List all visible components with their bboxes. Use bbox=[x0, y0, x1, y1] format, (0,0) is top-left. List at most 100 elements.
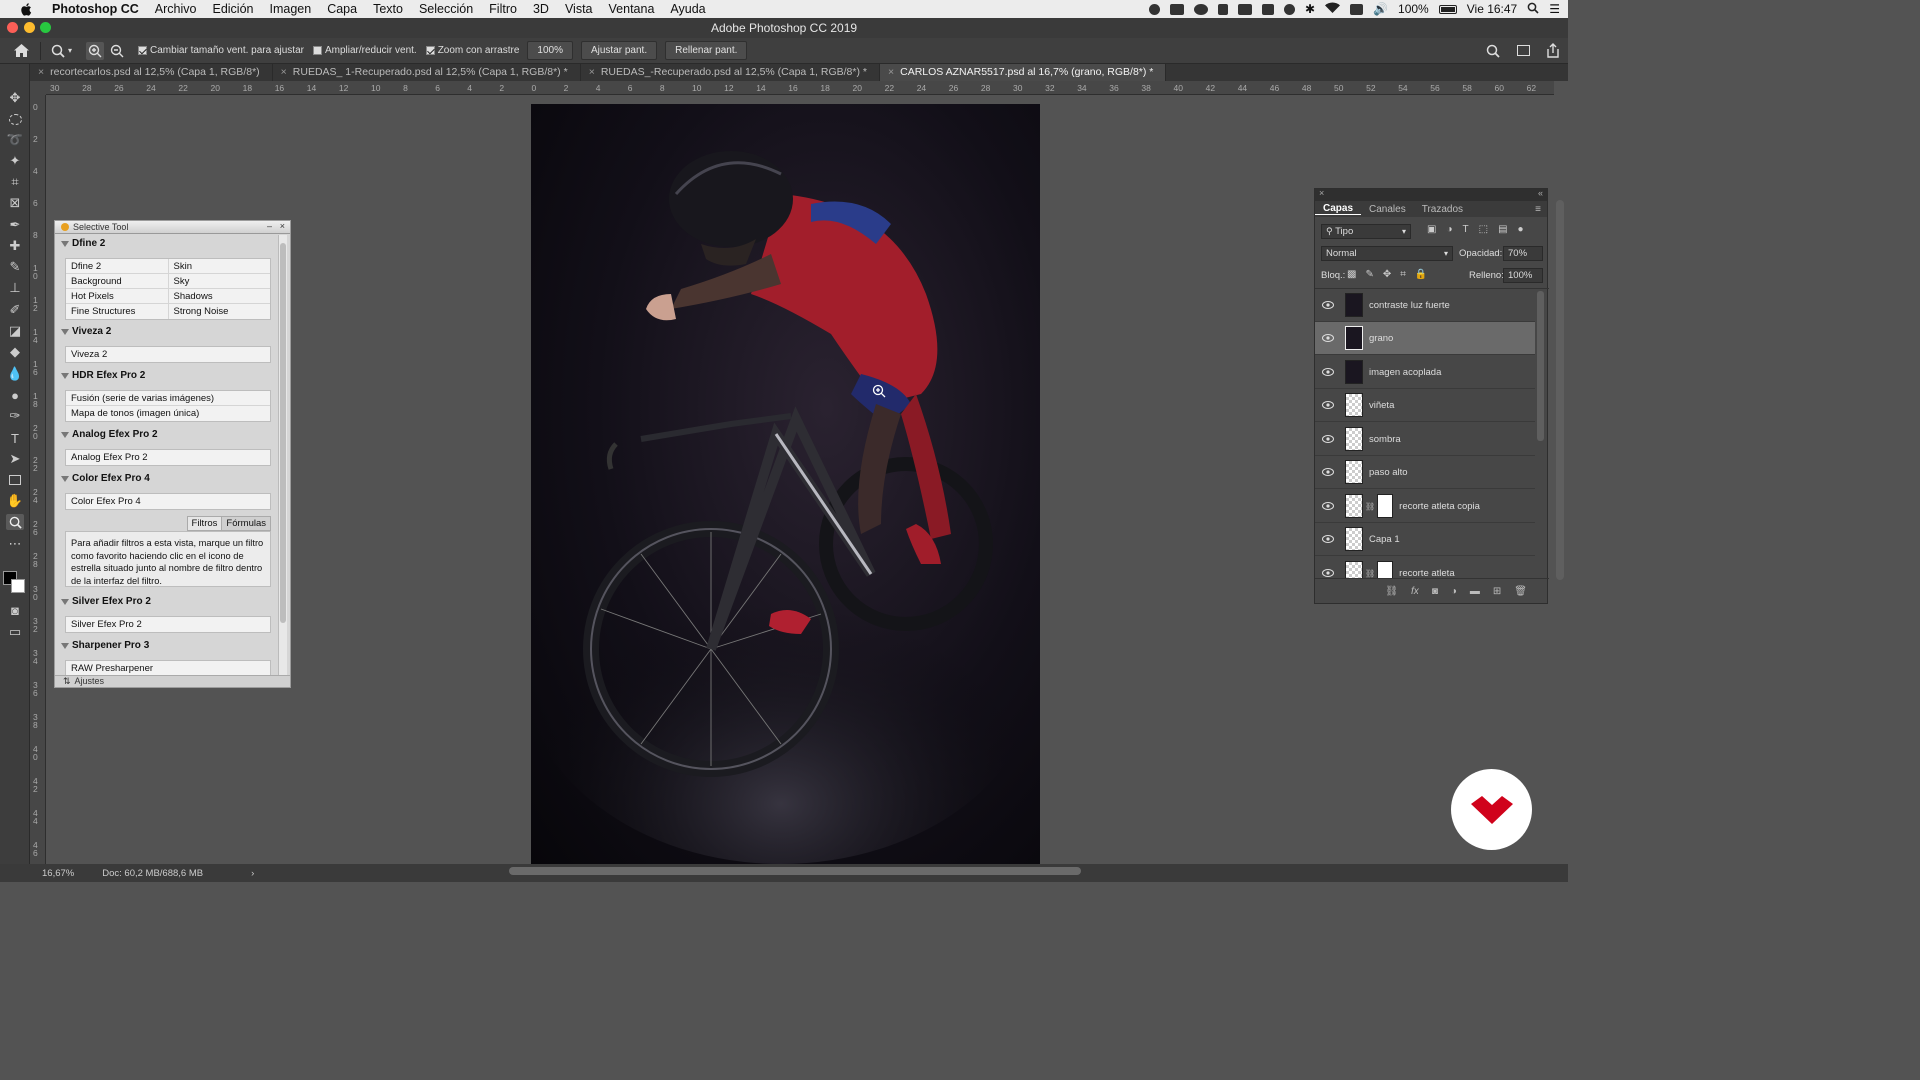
filter-item[interactable]: Mapa de tonos (imagen única) bbox=[66, 406, 270, 421]
menu-archivo[interactable]: Archivo bbox=[147, 2, 205, 16]
fill-screen-button[interactable]: Rellenar pant. bbox=[665, 41, 748, 60]
scrubby-zoom-checkbox[interactable] bbox=[425, 45, 435, 55]
filter-item[interactable]: Fusión (serie de varias imágenes) bbox=[66, 391, 270, 405]
menu-ayuda[interactable]: Ayuda bbox=[662, 2, 713, 16]
new-adjustment-icon[interactable]: ◑ bbox=[1451, 586, 1457, 597]
layer-row[interactable]: viñeta bbox=[1315, 389, 1535, 422]
mask-link-icon[interactable]: ⛓ bbox=[1365, 569, 1375, 578]
layer-row[interactable]: sombra bbox=[1315, 423, 1535, 456]
close-tab-icon[interactable]: × bbox=[589, 66, 595, 78]
menu-ventana[interactable]: Ventana bbox=[601, 2, 663, 16]
creative-cloud-icon[interactable] bbox=[1194, 3, 1209, 15]
sync-icon[interactable] bbox=[1284, 3, 1296, 15]
scrollbar-thumb[interactable] bbox=[280, 243, 286, 623]
close-tab-icon[interactable]: × bbox=[38, 66, 44, 78]
blur-tool-icon[interactable]: 💧 bbox=[6, 366, 24, 382]
fit-screen-button[interactable]: Ajustar pant. bbox=[580, 41, 658, 60]
type-filter-icon[interactable]: T bbox=[1463, 224, 1469, 235]
section-title[interactable]: Color Efex Pro 4 bbox=[59, 472, 275, 486]
layer-row-selected[interactable]: grano bbox=[1315, 322, 1535, 355]
stamp-tool-icon[interactable]: ⊥ bbox=[6, 280, 24, 296]
menu-texto[interactable]: Texto bbox=[365, 2, 411, 16]
brush-tool-icon[interactable]: ✎ bbox=[6, 259, 24, 275]
zoom-out-icon[interactable] bbox=[110, 44, 124, 58]
tab-filters[interactable]: Filtros bbox=[186, 516, 223, 531]
chevron-right-icon[interactable]: › bbox=[251, 868, 254, 879]
marquee-tool-icon[interactable] bbox=[6, 111, 24, 127]
battery-icon[interactable] bbox=[1438, 4, 1457, 14]
document-canvas[interactable] bbox=[531, 104, 1040, 864]
filter-item[interactable]: Sky bbox=[169, 274, 271, 288]
zoom-all-option[interactable]: Ampliar/reducir vent. bbox=[312, 45, 417, 56]
vertical-ruler[interactable]: 0 2 4 6 8 1 0 1 2 1 4 1 6 1 8 2 0 2 2 2 4 2 6 2 8 3 0 3 … bbox=[30, 95, 46, 865]
document-tab-active[interactable]: × CARLOS AZNAR5517.psd al 16,7% (grano, R… bbox=[879, 64, 1167, 81]
healing-brush-tool-icon[interactable]: ✚ bbox=[6, 238, 24, 254]
visibility-eye-icon[interactable] bbox=[1321, 569, 1335, 577]
scrubby-zoom-option[interactable]: Zoom con arrastre bbox=[425, 45, 519, 56]
mask-link-icon[interactable]: ⛓ bbox=[1365, 502, 1375, 511]
new-layer-icon[interactable]: ⊞ bbox=[1493, 586, 1501, 597]
filter-item[interactable]: Analog Efex Pro 2 bbox=[66, 450, 270, 465]
layer-row[interactable]: contraste luz fuerte bbox=[1315, 289, 1535, 322]
zoom-level[interactable]: 16,67% bbox=[42, 868, 74, 879]
section-title[interactable]: Analog Efex Pro 2 bbox=[59, 428, 275, 442]
zoom-in-icon[interactable] bbox=[86, 41, 105, 60]
document-tab[interactable]: × RUEDAS_-Recuperado.psd al 12,5% (Capa 1… bbox=[581, 64, 880, 81]
resize-windows-checkbox[interactable] bbox=[138, 45, 148, 55]
layer-row[interactable]: ⛓ recorte atleta bbox=[1315, 557, 1535, 578]
airplay-icon[interactable] bbox=[1350, 3, 1364, 15]
layer-row[interactable]: Capa 1 bbox=[1315, 523, 1535, 556]
selective-scrollbar[interactable] bbox=[278, 235, 287, 675]
layer-name[interactable]: recorte atleta copia bbox=[1399, 501, 1480, 512]
layer-row[interactable]: imagen acoplada bbox=[1315, 356, 1535, 389]
vertical-scrollbar[interactable] bbox=[1556, 200, 1564, 580]
blend-mode-select[interactable]: Normal ▾ bbox=[1321, 246, 1453, 261]
spotlight-icon[interactable] bbox=[1527, 2, 1539, 17]
filter-item[interactable]: Color Efex Pro 4 bbox=[66, 494, 270, 509]
lock-transparent-icon[interactable]: ▩ bbox=[1347, 269, 1356, 280]
lock-image-icon[interactable]: ✎ bbox=[1365, 269, 1373, 280]
smart-object-filter-icon[interactable]: ▤ bbox=[1498, 224, 1507, 235]
visibility-eye-icon[interactable] bbox=[1321, 401, 1335, 409]
layer-name[interactable]: grano bbox=[1369, 333, 1393, 344]
delete-layer-icon[interactable]: 🗑 bbox=[1514, 586, 1527, 597]
workspace-icon[interactable] bbox=[1517, 45, 1530, 56]
zoom-all-checkbox[interactable] bbox=[312, 45, 322, 55]
visibility-eye-icon[interactable] bbox=[1321, 435, 1335, 443]
close-panel-icon[interactable]: × bbox=[280, 221, 285, 231]
clock[interactable]: Vie 16:47 bbox=[1467, 2, 1518, 16]
layer-style-icon[interactable]: fx bbox=[1411, 586, 1419, 597]
opacity-input[interactable]: 70% bbox=[1503, 246, 1543, 261]
layer-name[interactable]: Capa 1 bbox=[1369, 534, 1400, 545]
pen-tool-icon[interactable]: ✑ bbox=[6, 408, 24, 424]
layer-name[interactable]: imagen acoplada bbox=[1369, 367, 1441, 378]
document-size[interactable]: Doc: 60,2 MB/688,6 MB bbox=[102, 868, 203, 879]
close-panel-icon[interactable]: × bbox=[1319, 188, 1324, 198]
filter-item[interactable]: Hot Pixels bbox=[66, 289, 169, 303]
tab-canales[interactable]: Canales bbox=[1361, 204, 1414, 215]
crop-tool-icon[interactable]: ⌗ bbox=[6, 174, 24, 190]
notification-center-icon[interactable]: ☰ bbox=[1549, 2, 1560, 16]
quick-mask-icon[interactable]: ◙ bbox=[6, 602, 24, 618]
display-icon[interactable] bbox=[1170, 3, 1185, 15]
filter-item[interactable]: Fine Structures bbox=[66, 304, 169, 319]
document-tab[interactable]: × RUEDAS_ 1-Recuperado.psd al 12,5% (Capa… bbox=[273, 64, 581, 81]
filter-item[interactable]: Silver Efex Pro 2 bbox=[66, 617, 270, 632]
filter-item[interactable]: Viveza 2 bbox=[66, 347, 270, 362]
tab-capas[interactable]: Capas bbox=[1315, 203, 1362, 215]
app-name[interactable]: Photoshop CC bbox=[44, 2, 147, 16]
horizontal-scrollbar[interactable] bbox=[509, 867, 1081, 875]
wifi-icon[interactable] bbox=[1325, 2, 1341, 16]
layer-name[interactable]: paso alto bbox=[1369, 467, 1408, 478]
filter-item[interactable]: Dfine 2 bbox=[66, 259, 169, 273]
airdrop-icon[interactable] bbox=[1218, 3, 1229, 15]
ruler-origin[interactable] bbox=[30, 81, 46, 95]
hand-tool-icon[interactable]: ✋ bbox=[6, 493, 24, 509]
menu-imagen[interactable]: Imagen bbox=[261, 2, 319, 16]
panel-grip[interactable]: × « bbox=[1315, 188, 1547, 201]
fill-input[interactable]: 100% bbox=[1503, 268, 1543, 283]
adjustment-filter-icon[interactable]: ◑ bbox=[1446, 224, 1452, 235]
paint-bucket-tool-icon[interactable]: ◆ bbox=[6, 344, 24, 360]
minimize-panel-icon[interactable]: – bbox=[267, 221, 272, 231]
menu-vista[interactable]: Vista bbox=[557, 2, 601, 16]
